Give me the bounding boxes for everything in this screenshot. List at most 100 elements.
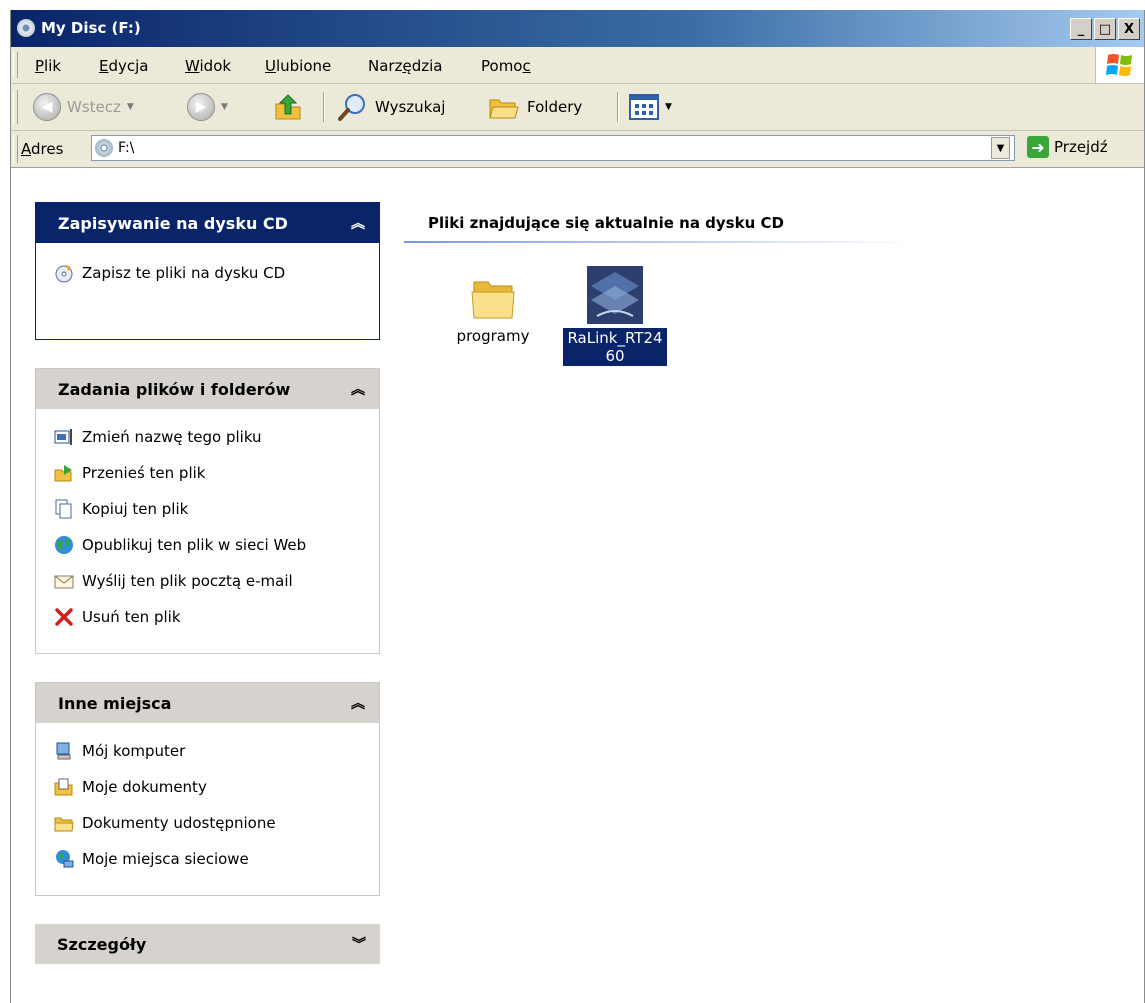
toolbar-separator (323, 92, 325, 122)
details-panel: Szczegóły ︾ (35, 924, 380, 964)
menu-pomoc-pre: Pomo (481, 57, 523, 75)
task-label: Opublikuj ten plik w sieci Web (82, 536, 307, 554)
panel-title: Inne miejsca (58, 693, 172, 713)
menu-ulubione[interactable]: Ulubione (265, 57, 331, 75)
back-button[interactable]: ◀ Wstecz ▼ (33, 92, 134, 122)
up-folder-button[interactable] (273, 92, 303, 122)
folders-icon (489, 99, 519, 119)
folder-icon (471, 281, 515, 319)
toolbar-grip[interactable] (13, 90, 18, 124)
task-delete[interactable]: Usuń ten plik (54, 599, 379, 635)
minimize-button[interactable]: _ (1070, 18, 1092, 40)
file-item-programy[interactable]: programy (439, 274, 547, 346)
address-value[interactable]: F:\ (118, 140, 134, 156)
address-dropdown-icon[interactable]: ▼ (991, 137, 1010, 159)
cd-drive-icon (95, 139, 113, 157)
collapse-chevron-icon[interactable]: ︽ (351, 379, 365, 399)
collapse-chevron-icon[interactable]: ︽ (351, 693, 365, 713)
task-move[interactable]: Przenieś ten plik (54, 455, 379, 491)
go-button[interactable]: ➜ Przejdź (1027, 136, 1108, 158)
addressbar-grip[interactable] (13, 135, 18, 163)
file-tasks-panel-header[interactable]: Zadania plików i folderów ︽ (36, 369, 379, 409)
menubar-grip[interactable] (13, 52, 18, 78)
caption-buttons: _ □ X (1070, 18, 1140, 40)
search-button[interactable]: Wyszukaj (337, 92, 445, 122)
other-places-panel-body: Mój komputer Moje dokumenty Dokumenty ud… (36, 723, 379, 885)
computer-icon (56, 742, 71, 760)
menu-pomoc[interactable]: Pomoc (481, 57, 531, 75)
folders-label: Foldery (527, 98, 583, 116)
back-label: Wstecz (67, 98, 121, 116)
menu-plik[interactable]: Plik (35, 57, 61, 75)
task-label: Zapisz te pliki na dysku CD (82, 264, 286, 282)
folders-button[interactable]: Foldery (487, 92, 582, 122)
cd-writing-panel-header[interactable]: Zapisywanie na dysku CD ︽ (36, 203, 379, 243)
maximize-button[interactable]: □ (1094, 18, 1116, 40)
heading-divider (404, 241, 914, 243)
explorer-window: My Disc (F:) _ □ X Plik Edycja Widok Ulu… (10, 10, 1145, 1003)
menu-narzedzia[interactable]: Narzędzia (368, 57, 442, 75)
email-icon (54, 575, 74, 589)
task-write-to-cd[interactable]: Zapisz te pliki na dysku CD (54, 255, 379, 291)
task-rename[interactable]: Zmień nazwę tego pliku (54, 419, 379, 455)
back-dropdown-icon[interactable]: ▼ (127, 102, 134, 112)
task-label: Wyślij ten plik pocztą e-mail (82, 572, 293, 590)
menu-widok-mnemonic: W (185, 57, 200, 75)
task-email[interactable]: Wyślij ten plik pocztą e-mail (54, 563, 379, 599)
my-documents-icon (54, 778, 73, 796)
panel-title: Szczegóły (57, 934, 147, 954)
collapse-chevron-icon[interactable]: ︽ (351, 213, 365, 233)
menu-edycja[interactable]: Edycja (99, 57, 149, 75)
delete-icon (55, 608, 73, 626)
menu-ulubione-mnemonic: U (265, 57, 276, 75)
forward-dropdown-icon[interactable]: ▼ (221, 102, 228, 112)
cd-writing-panel: Zapisywanie na dysku CD ︽ Zapisz te plik… (35, 202, 380, 340)
file-name: RaLink_RT2460 (563, 328, 667, 366)
expand-chevron-icon[interactable]: ︾ (352, 934, 366, 954)
file-name: programy (456, 327, 530, 345)
standard-toolbar: ◀ Wstecz ▼ ▶ ▼ Wyszukaj Foldery ▼ (11, 84, 1144, 131)
search-icon (338, 94, 365, 121)
address-input[interactable]: F:\ (91, 135, 1015, 161)
details-panel-header[interactable]: Szczegóły ︾ (35, 924, 380, 964)
go-arrow-icon: ➜ (1027, 136, 1049, 158)
menu-narzedzia-pre: Narz (368, 57, 403, 75)
address-mnemonic: A (21, 140, 31, 158)
menu-narzedzia-mnemonic: ę (402, 57, 412, 75)
copy-icon (55, 499, 72, 519)
views-button[interactable]: ▼ (629, 92, 672, 122)
go-label: Przejdź (1054, 138, 1108, 156)
file-tasks-panel-body: Zmień nazwę tego pliku Przenieś ten plik… (36, 409, 379, 643)
application-icon (587, 266, 643, 324)
menu-widok-label: idok (199, 57, 232, 75)
rename-icon (54, 429, 72, 445)
task-label: Usuń ten plik (82, 608, 181, 626)
window-title: My Disc (F:) (41, 19, 141, 37)
menu-widok[interactable]: Widok (185, 57, 231, 75)
other-places-panel-header[interactable]: Inne miejsca ︽ (36, 683, 379, 723)
cd-writing-panel-body: Zapisz te pliki na dysku CD (36, 243, 379, 299)
content-heading: Pliki znajdujące się aktualnie na dysku … (428, 214, 784, 232)
place-label: Dokumenty udostępnione (82, 814, 276, 832)
task-copy[interactable]: Kopiuj ten plik (54, 491, 379, 527)
place-my-computer[interactable]: Mój komputer (54, 733, 379, 769)
search-label: Wyszukaj (375, 98, 446, 116)
place-my-documents[interactable]: Moje dokumenty (54, 769, 379, 805)
forward-button[interactable]: ▶ ▼ (187, 92, 228, 122)
panel-title: Zapisywanie na dysku CD (58, 213, 288, 233)
shared-folder-icon (54, 817, 74, 832)
close-button[interactable]: X (1118, 18, 1140, 40)
title-bar[interactable]: My Disc (F:) _ □ X (11, 10, 1144, 47)
task-publish-web[interactable]: Opublikuj ten plik w sieci Web (54, 527, 379, 563)
file-item-ralink[interactable]: RaLink_RT2460 (561, 266, 669, 366)
address-bar: Adres F:\ ▼ ➜ Przejdź (11, 131, 1144, 168)
task-label: Zmień nazwę tego pliku (82, 428, 262, 446)
place-shared-documents[interactable]: Dokumenty udostępnione (54, 805, 379, 841)
windows-flag-icon (1106, 54, 1132, 76)
other-places-panel: Inne miejsca ︽ Mój komputer Moje dokumen… (35, 682, 380, 896)
place-network-places[interactable]: Moje miejsca sieciowe (54, 841, 379, 877)
views-dropdown-icon[interactable]: ▼ (665, 102, 672, 112)
task-label: Przenieś ten plik (82, 464, 206, 482)
place-label: Mój komputer (82, 742, 186, 760)
address-label-text: dres (31, 140, 64, 158)
